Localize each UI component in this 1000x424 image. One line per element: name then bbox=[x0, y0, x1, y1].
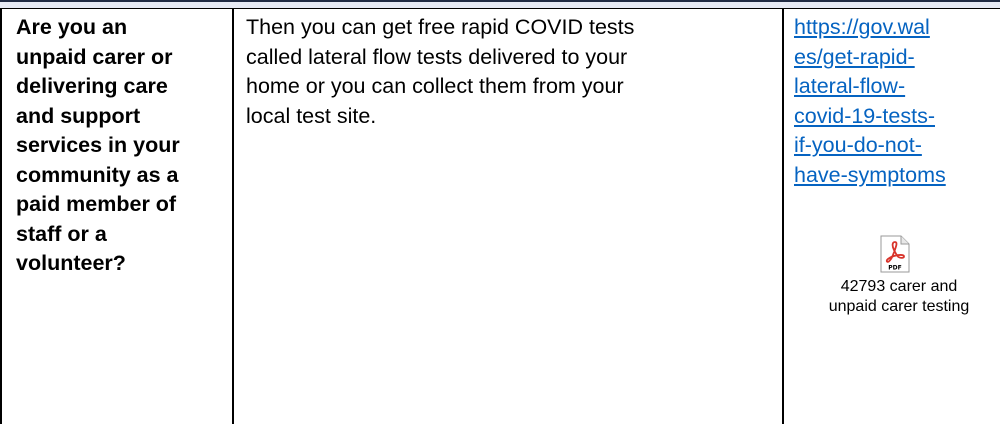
question-cell: Are you an unpaid carer or delivering ca… bbox=[0, 9, 232, 424]
link-line[interactable]: have-symptoms bbox=[794, 161, 999, 191]
answer-line: called lateral flow tests delivered to y… bbox=[246, 44, 628, 69]
caption-line[interactable]: 42793 carer and bbox=[784, 277, 1000, 297]
link-line[interactable]: es/get-rapid- bbox=[794, 43, 999, 73]
question-line: services in your bbox=[16, 133, 180, 157]
gov-wales-link[interactable]: https://gov.wal es/get-rapid- lateral-fl… bbox=[794, 13, 999, 190]
answer-line: Then you can get free rapid COVID tests bbox=[246, 15, 635, 39]
pdf-icon[interactable]: PDF bbox=[880, 235, 910, 273]
pdf-icon-label: PDF bbox=[888, 265, 901, 272]
table-row: Are you an unpaid carer or delivering ca… bbox=[0, 8, 1000, 424]
question-line: paid member of bbox=[16, 192, 177, 216]
question-line: and support bbox=[16, 103, 141, 128]
link-line[interactable]: if-you-do-not- bbox=[794, 131, 999, 161]
answer-text: Then you can get free rapid COVID tests … bbox=[246, 13, 766, 131]
link-line[interactable]: covid-19-tests- bbox=[794, 102, 999, 132]
answer-cell: Then you can get free rapid COVID tests … bbox=[232, 9, 782, 424]
answer-line: home or you can collect them from your bbox=[246, 74, 624, 98]
caption-line[interactable]: unpaid carer testing bbox=[784, 297, 1000, 317]
question-line: Are you an bbox=[16, 15, 128, 39]
question-line: unpaid carer or bbox=[16, 44, 173, 69]
question-line: staff or a bbox=[16, 221, 107, 246]
question-line: delivering care bbox=[16, 74, 168, 98]
question-text: Are you an unpaid carer or delivering ca… bbox=[16, 13, 226, 279]
link-line[interactable]: lateral-flow- bbox=[794, 72, 999, 102]
attachment-caption[interactable]: 42793 carer and unpaid carer testing bbox=[784, 277, 1000, 317]
question-line: community as a bbox=[16, 162, 179, 187]
link-line[interactable]: https://gov.wal bbox=[794, 13, 999, 43]
link-cell: https://gov.wal es/get-rapid- lateral-fl… bbox=[782, 9, 1000, 424]
answer-line: local test site. bbox=[246, 103, 377, 128]
question-line: volunteer? bbox=[16, 251, 126, 275]
table-header-band bbox=[0, 0, 1000, 8]
